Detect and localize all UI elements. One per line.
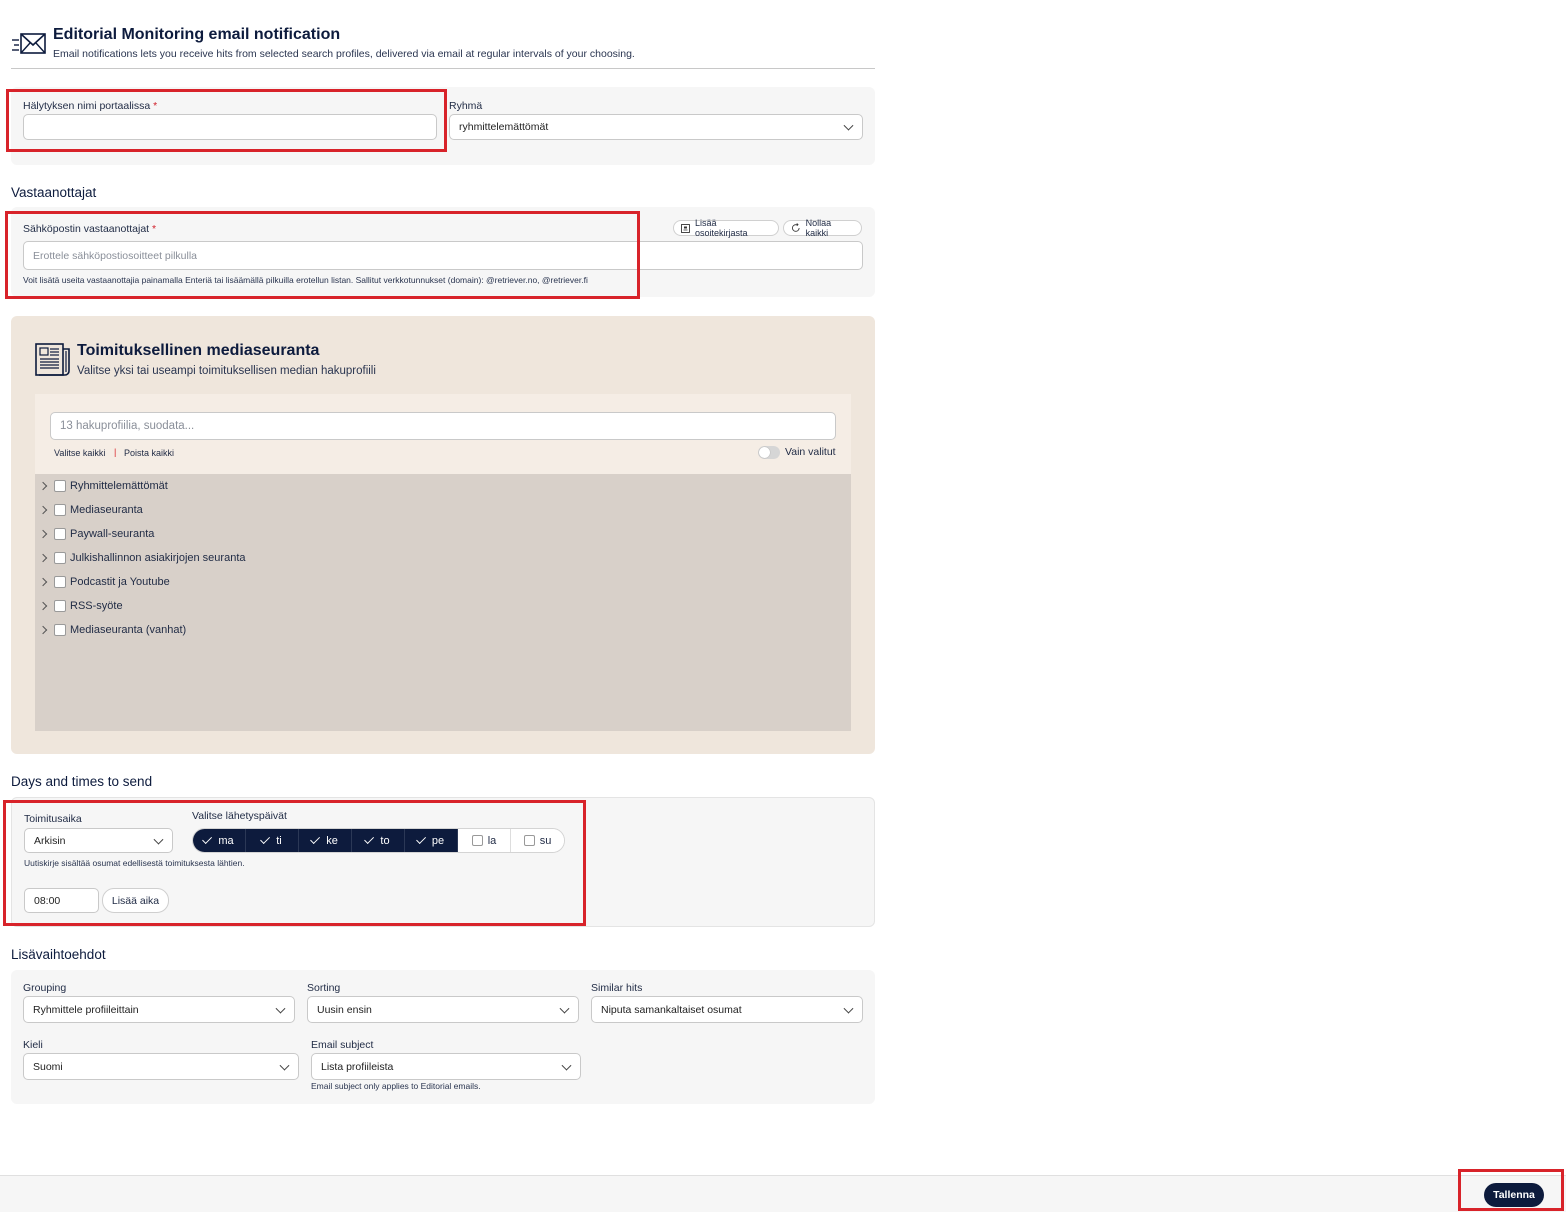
- select-all-link[interactable]: Valitse kaikki: [54, 448, 105, 458]
- similar-hits-select[interactable]: Niputa samankaltaiset osumat: [591, 996, 863, 1023]
- grouping-label: Grouping: [23, 982, 67, 994]
- chevron-down-icon: [843, 1003, 854, 1014]
- group-select[interactable]: ryhmittelemättömät: [449, 114, 863, 140]
- reset-all-button[interactable]: Nollaa kaikki: [783, 218, 862, 238]
- sorting-select[interactable]: Uusin ensin: [307, 996, 579, 1023]
- tree-item[interactable]: Paywall-seuranta: [35, 524, 154, 544]
- email-subject-label: Email subject: [311, 1039, 374, 1051]
- chevron-right-icon: [38, 577, 48, 587]
- tree-item[interactable]: RSS-syöte: [35, 596, 123, 616]
- tree-item[interactable]: Julkishallinnon asiakirjojen seuranta: [35, 548, 246, 568]
- add-from-address-book-button[interactable]: Lisää osoitekirjasta: [673, 218, 779, 238]
- profile-checkbox[interactable]: [54, 624, 66, 636]
- link-separator: |: [114, 447, 117, 457]
- profile-checkbox[interactable]: [54, 552, 66, 564]
- chevron-right-icon: [38, 601, 48, 611]
- profile-checkbox[interactable]: [54, 480, 66, 492]
- chevron-down-icon: [561, 1060, 572, 1071]
- highlight-recipients: [5, 211, 640, 299]
- header-divider: [11, 68, 875, 69]
- page-title: Editorial Monitoring email notification: [53, 26, 341, 43]
- profile-checkbox[interactable]: [54, 528, 66, 540]
- schedule-section-title: Days and times to send: [11, 774, 153, 789]
- profile-checkbox[interactable]: [54, 576, 66, 588]
- media-title: Toimituksellinen mediaseuranta: [77, 342, 320, 359]
- address-book-icon: [681, 223, 690, 233]
- sorting-label: Sorting: [307, 982, 341, 994]
- options-section-title: Lisävaihtoehdot: [11, 947, 106, 962]
- remove-all-link[interactable]: Poista kaikki: [124, 448, 174, 458]
- highlight-alert-name: [6, 89, 447, 152]
- only-selected-label: Vain valitut: [785, 446, 836, 458]
- language-select[interactable]: Suomi: [23, 1053, 299, 1080]
- tree-item[interactable]: Mediaseuranta: [35, 500, 143, 520]
- chevron-right-icon: [38, 481, 48, 491]
- group-label: Ryhmä: [449, 100, 483, 112]
- language-label: Kieli: [23, 1039, 43, 1051]
- email-send-icon: [12, 33, 46, 54]
- chevron-right-icon: [38, 505, 48, 515]
- newspaper-icon: [35, 343, 70, 376]
- only-selected-toggle[interactable]: [758, 446, 780, 459]
- chevron-right-icon: [38, 625, 48, 635]
- recipients-section-title: Vastaanottajat: [11, 185, 97, 200]
- chevron-down-icon: [279, 1060, 290, 1071]
- grouping-select[interactable]: Ryhmittele profiileittain: [23, 996, 295, 1023]
- chevron-right-icon: [38, 529, 48, 539]
- profile-checkbox[interactable]: [54, 504, 66, 516]
- footer-bar: [0, 1175, 1566, 1212]
- tree-item[interactable]: Mediaseuranta (vanhat): [35, 620, 186, 640]
- chevron-down-icon: [275, 1003, 286, 1014]
- page-subtitle: Email notifications lets you receive hit…: [53, 48, 635, 60]
- chevron-right-icon: [38, 553, 48, 563]
- chevron-down-icon: [559, 1003, 570, 1014]
- email-subject-select[interactable]: Lista profiileista: [311, 1053, 581, 1080]
- media-subtitle: Valitse yksi tai useampi toimituksellise…: [77, 365, 376, 377]
- highlight-save: [1458, 1169, 1564, 1211]
- email-subject-hint: Email subject only applies to Editorial …: [311, 1081, 481, 1091]
- tree-item[interactable]: Ryhmittelemättömät: [35, 476, 168, 496]
- tree-item[interactable]: Podcastit ja Youtube: [35, 572, 170, 592]
- profile-filter-input[interactable]: 13 hakuprofiilia, suodata...: [50, 412, 836, 440]
- highlight-schedule: [3, 800, 586, 926]
- similar-hits-label: Similar hits: [591, 982, 643, 994]
- chevron-down-icon: [843, 120, 854, 131]
- reset-icon: [792, 223, 800, 232]
- profile-list: Ryhmittelemättömät Mediaseuranta Paywall…: [35, 474, 851, 731]
- profile-checkbox[interactable]: [54, 600, 66, 612]
